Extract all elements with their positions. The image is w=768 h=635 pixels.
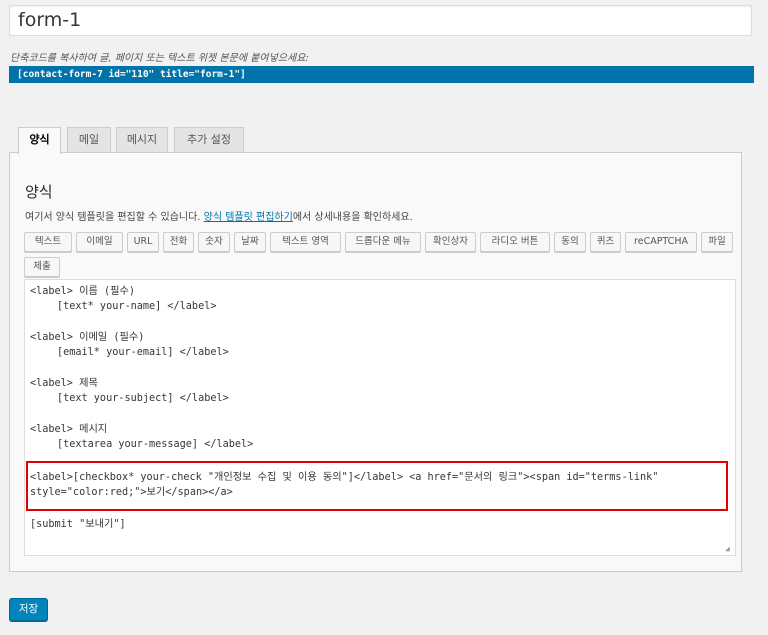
code-line: <label> 이메일 (필수) (30, 332, 145, 343)
code-line: [submit "보내기"] (30, 519, 126, 530)
code-line: [text* your-name] </label> (57, 301, 217, 312)
tag-button-dropdown[interactable]: 드롭다운 메뉴 (345, 232, 421, 252)
code-line: <label> 이름 (필수) (30, 286, 135, 297)
panel-description: 여기서 양식 템플릿을 편집할 수 있습니다. 양식 템플릿 편집하기에서 상세… (25, 208, 413, 223)
code-line: [text your-subject] </label> (57, 393, 229, 404)
code-line: [textarea your-message] </label> (57, 439, 254, 450)
tag-button-file[interactable]: 파일 (701, 232, 733, 252)
tab-form[interactable]: 양식 (18, 127, 61, 154)
shortcode-hint: 단축코드를 복사하여 글, 페이지 또는 텍스트 위젯 본문에 붙여넣으세요: (10, 53, 309, 64)
panel-desc-text: 여기서 양식 템플릿을 편집할 수 있습니다. (25, 212, 204, 223)
code-line: style="color:red;">보기</span></a> (30, 487, 233, 498)
form-panel: 양식 여기서 양식 템플릿을 편집할 수 있습니다. 양식 템플릿 편집하기에서… (9, 152, 742, 572)
save-button[interactable]: 저장 (9, 598, 48, 621)
code-line: <label> 메시지 (30, 424, 108, 435)
form-title-input[interactable]: form-1 (9, 5, 752, 36)
shortcode-field[interactable]: [contact-form-7 id="110" title="form-1"] (9, 66, 754, 83)
tab-messages[interactable]: 메시지 (116, 127, 168, 153)
tag-button-url[interactable]: URL (127, 232, 159, 252)
edit-template-link[interactable]: 양식 템플릿 편집하기 (204, 212, 293, 223)
form-template-editor[interactable]: <label> 이름 (필수) [text* your-name] </labe… (24, 279, 736, 556)
code-line: [email* your-email] </label> (57, 347, 229, 358)
tag-button-quiz[interactable]: 퀴즈 (590, 232, 621, 252)
tab-additional-settings[interactable]: 추가 설정 (174, 127, 244, 153)
tag-button-acceptance[interactable]: 동의 (554, 232, 586, 252)
panel-desc-text-after: 에서 상세내용을 확인하세요. (292, 212, 413, 223)
panel-title: 양식 (25, 183, 53, 201)
tag-button-checkbox[interactable]: 확인상자 (425, 232, 476, 252)
tag-button-email[interactable]: 이메일 (76, 232, 123, 252)
tag-button-number[interactable]: 숫자 (198, 232, 230, 252)
tag-button-text[interactable]: 텍스트 (24, 232, 72, 252)
code-line: <label>[checkbox* your-check "개인정보 수집 및 … (30, 472, 659, 483)
tag-button-recaptcha[interactable]: reCAPTCHA (625, 232, 697, 252)
code-line: <label> 제목 (30, 378, 98, 389)
resize-handle-icon[interactable]: ◢ (725, 545, 733, 553)
tag-button-radio[interactable]: 라디오 버튼 (480, 232, 550, 252)
tag-button-tel[interactable]: 전화 (163, 232, 194, 252)
tab-mail[interactable]: 메일 (67, 127, 111, 153)
tag-button-textarea[interactable]: 텍스트 영역 (270, 232, 341, 252)
tag-button-submit[interactable]: 제출 (24, 257, 60, 277)
tag-button-date[interactable]: 날짜 (234, 232, 266, 252)
